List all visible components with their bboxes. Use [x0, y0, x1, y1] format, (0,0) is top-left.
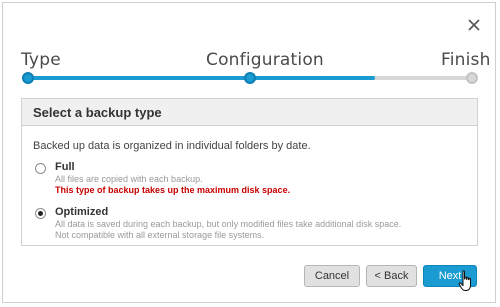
option-optimized-detail-1: All data is saved during each backup, bu…	[55, 219, 402, 229]
step-label-configuration: Configuration	[206, 50, 324, 70]
radio-optimized[interactable]	[35, 208, 46, 219]
cancel-button[interactable]: Cancel	[304, 265, 360, 287]
option-full-title: Full	[55, 161, 75, 173]
step-label-finish: Finish	[441, 50, 491, 70]
panel-title: Select a backup type	[22, 99, 477, 126]
option-optimized-title: Optimized	[55, 206, 109, 218]
step-dot-finish	[466, 72, 478, 84]
back-button[interactable]: < Back	[366, 265, 417, 287]
step-label-type: Type	[21, 50, 61, 70]
panel-description: Backed up data is organized in individua…	[33, 140, 311, 152]
option-optimized-detail-2: Not compatible with all external storage…	[55, 230, 265, 240]
wizard-steps: Type Configuration Finish	[0, 50, 500, 74]
wizard-progress-fill	[27, 76, 375, 80]
option-full-detail: All files are copied with each backup.	[55, 174, 203, 184]
close-icon[interactable]	[467, 18, 481, 32]
radio-full[interactable]	[35, 163, 46, 174]
backup-type-panel: Select a backup type Backed up data is o…	[21, 98, 478, 246]
step-dot-configuration	[244, 72, 256, 84]
option-full-warning: This type of backup takes up the maximum…	[55, 185, 291, 195]
step-dot-type	[22, 72, 34, 84]
hand-pointer-icon	[458, 270, 471, 291]
